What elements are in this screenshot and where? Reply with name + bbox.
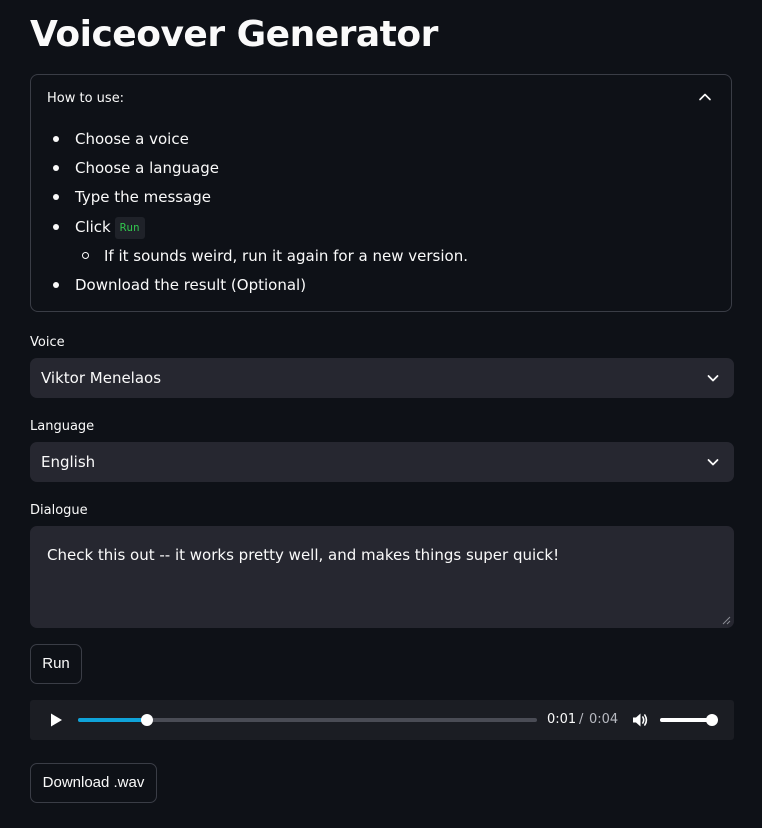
app-page: Voiceover Generator How to use: Choose a… <box>0 0 762 828</box>
run-button[interactable]: Run <box>30 644 82 684</box>
duration: 0:04 <box>589 712 619 727</box>
list-item: Choose a voice <box>75 130 189 148</box>
voice-select-value: Viktor Menelaos <box>41 369 162 387</box>
language-select[interactable]: English <box>30 442 734 482</box>
chevron-up-icon[interactable] <box>695 87 715 107</box>
resize-grip-icon[interactable] <box>721 615 731 625</box>
bullet-icon <box>53 194 59 200</box>
dialogue-text: Check this out -- it works pretty well, … <box>47 546 560 564</box>
list-item: Click Run <box>75 217 145 239</box>
seek-slider[interactable] <box>78 714 537 726</box>
time-separator: / <box>579 712 584 727</box>
volume-slider[interactable] <box>660 714 718 726</box>
list-item: Download the result (Optional) <box>75 276 307 294</box>
sub-bullet-icon <box>82 252 89 259</box>
dialogue-textarea[interactable]: Check this out -- it works pretty well, … <box>30 526 734 628</box>
instructions-header[interactable]: How to use: <box>47 90 124 108</box>
play-icon[interactable] <box>48 712 64 728</box>
bullet-icon <box>53 136 59 142</box>
bullet-icon <box>53 165 59 171</box>
list-item-text: Click <box>75 218 111 236</box>
bullet-icon <box>53 224 59 230</box>
voice-label: Voice <box>30 335 65 350</box>
volume-level <box>660 718 712 722</box>
voice-select[interactable]: Viktor Menelaos <box>30 358 734 398</box>
page-title: Voiceover Generator <box>30 14 438 55</box>
list-subitem: If it sounds weird, run it again for a n… <box>104 247 468 265</box>
bullet-icon <box>53 282 59 288</box>
inline-code-run: Run <box>114 217 145 239</box>
language-label: Language <box>30 419 95 434</box>
dialogue-label: Dialogue <box>30 503 88 518</box>
seek-thumb[interactable] <box>140 714 153 726</box>
current-time: 0:01 <box>547 712 577 727</box>
instructions-expander: How to use: Choose a voice Choose a lang… <box>30 74 732 312</box>
volume-thumb[interactable] <box>706 714 718 726</box>
list-item: Type the message <box>75 188 212 206</box>
list-item: Choose a language <box>75 159 219 177</box>
volume-icon[interactable] <box>631 711 649 729</box>
seek-progress <box>78 718 147 722</box>
chevron-down-icon <box>707 375 719 382</box>
language-select-value: English <box>41 453 96 471</box>
download-wav-button[interactable]: Download .wav <box>30 763 157 803</box>
audio-player: 0:01 / 0:04 <box>30 700 734 740</box>
chevron-down-icon <box>707 459 719 466</box>
